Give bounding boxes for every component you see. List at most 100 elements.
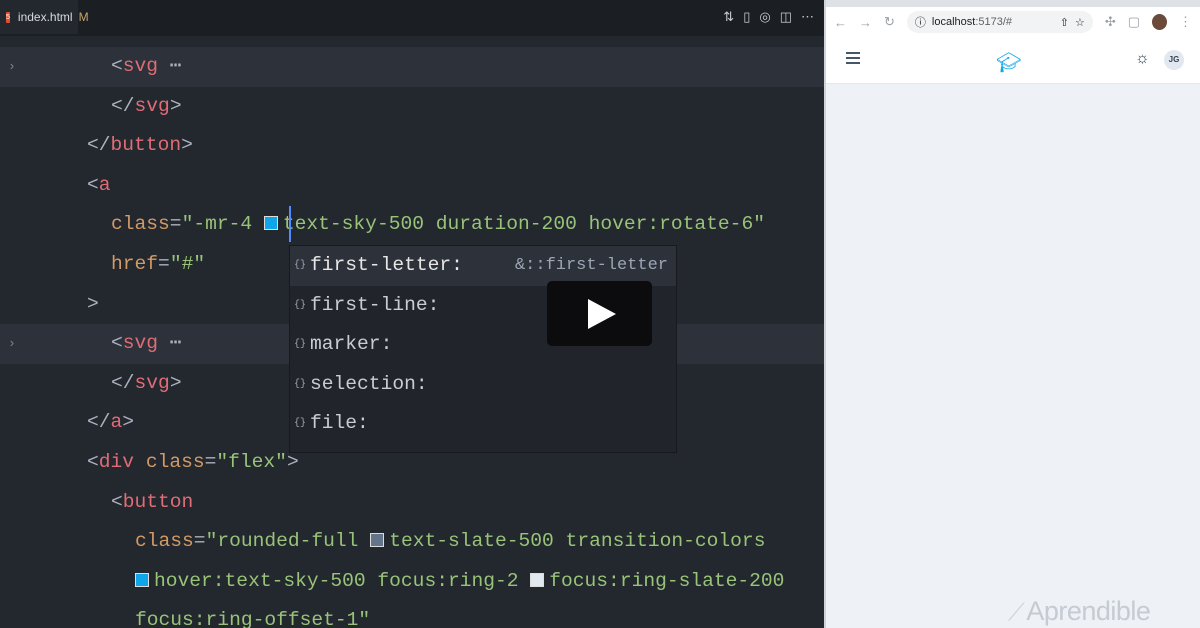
- token-punc: >: [122, 411, 135, 434]
- suggestion-label: first-line:: [310, 293, 440, 316]
- token-str: hover:text-sky-500 focus:ring-2: [154, 569, 531, 592]
- braces-icon: {}: [294, 299, 307, 311]
- token-punc: </: [111, 371, 135, 394]
- graduation-cap-logo-icon[interactable]: 🎓︎: [996, 50, 1021, 75]
- tab-index-html[interactable]: 5 index.html M: [0, 0, 89, 34]
- browser-menu-icon[interactable]: ⋮: [1179, 14, 1192, 30]
- theme-toggle-sun-icon[interactable]: ☼: [1135, 50, 1150, 68]
- url-host: localhost: [931, 16, 976, 28]
- editor-tab-bar: 5 index.html M ⇅ ▯ ◎ ◫ ⋯: [0, 0, 824, 36]
- token-attr: class: [111, 213, 170, 236]
- fold-chevron-icon[interactable]: ›: [8, 324, 16, 364]
- token-punc: >: [169, 94, 182, 117]
- reload-icon[interactable]: ↻: [884, 14, 895, 30]
- token-punc: =: [193, 530, 206, 553]
- code-line[interactable]: </svg>: [0, 87, 824, 127]
- browser-tab-strip: [826, 0, 1200, 7]
- autocomplete-popup: {} first-letter: &::first-letter{} first-li…: [289, 245, 677, 453]
- address-bar[interactable]: ⓘ localhost:5173/# ⇧ ☆: [906, 11, 1093, 33]
- token-punc: ⋯: [158, 55, 182, 77]
- hamburger-menu-icon[interactable]: [846, 52, 860, 67]
- token-attr: class: [135, 530, 194, 553]
- code-line[interactable]: hover:text-sky-500 focus:ring-2 focus:ri…: [0, 562, 824, 602]
- token-attr: class: [145, 450, 205, 473]
- token-punc: <: [87, 450, 99, 473]
- token-punc: =: [204, 450, 217, 473]
- circle-icon[interactable]: ◎: [759, 9, 770, 25]
- aprendible-logo-icon: ⟋: [1008, 599, 1025, 626]
- suggestion-label: first-letter:: [310, 254, 463, 276]
- suggestion-label: file:: [310, 412, 369, 435]
- token-punc: </: [87, 411, 111, 434]
- token-attr: href: [111, 252, 159, 275]
- color-swatch[interactable]: [370, 533, 385, 548]
- browser-toolbar: ← → ↻ ⓘ localhost:5173/# ⇧ ☆ ✣ ▢ ⋮: [826, 7, 1200, 37]
- side-panel-icon[interactable]: ▢: [1128, 14, 1140, 30]
- suggestion-label: marker:: [310, 333, 393, 356]
- split-editor-icon[interactable]: ◫: [780, 9, 792, 25]
- compare-changes-icon[interactable]: ⇅: [723, 9, 734, 25]
- token-str: focus:ring-offset-1": [135, 609, 371, 628]
- text-cursor: [289, 206, 291, 242]
- app-header: 🎓︎ ☼ JG: [826, 37, 1200, 84]
- code-line[interactable]: <button: [0, 483, 824, 523]
- open-preview-icon[interactable]: ▯: [743, 9, 750, 25]
- suggestion-label: selection:: [310, 372, 428, 395]
- token-str: text-slate-500 transition-colors: [389, 530, 766, 553]
- profile-avatar[interactable]: [1152, 14, 1167, 30]
- more-icon[interactable]: ⋯: [801, 9, 814, 25]
- token-tag: svg: [122, 332, 159, 355]
- code-line[interactable]: › <svg ⋯: [0, 47, 824, 87]
- forward-icon[interactable]: →: [859, 15, 872, 30]
- token-punc: >: [181, 134, 193, 157]
- back-icon[interactable]: ←: [834, 15, 847, 30]
- suggestion-item[interactable]: {} file:: [290, 404, 676, 444]
- code-line[interactable]: class="rounded-full text-slate-500 trans…: [0, 522, 824, 562]
- fold-chevron-icon[interactable]: ›: [8, 47, 16, 87]
- tab-filename: index.html: [17, 10, 73, 24]
- token-punc: [134, 451, 146, 473]
- braces-icon: {}: [294, 339, 307, 351]
- code-line[interactable]: focus:ring-offset-1": [0, 601, 824, 628]
- token-str: text-sky-500 duration-200 hover:rotate-6…: [282, 213, 765, 236]
- suggestion-item[interactable]: {} selection:: [290, 365, 676, 405]
- color-swatch[interactable]: [135, 572, 149, 587]
- token-punc: <: [111, 55, 123, 77]
- color-swatch[interactable]: [530, 572, 545, 587]
- token-tag: svg: [134, 371, 170, 394]
- token-punc: </: [111, 94, 135, 117]
- code-line[interactable]: <a: [0, 166, 824, 206]
- bookmark-star-icon[interactable]: ☆: [1075, 16, 1085, 29]
- color-swatch[interactable]: [263, 216, 278, 231]
- code-line[interactable]: class="-mr-4 text-sky-500 duration-200 h…: [0, 205, 824, 245]
- token-punc: </: [87, 134, 111, 157]
- token-punc: =: [169, 213, 182, 236]
- play-video-button[interactable]: [547, 281, 652, 346]
- token-tag: button: [110, 134, 182, 157]
- token-tag: a: [110, 411, 123, 434]
- braces-icon: {}: [294, 378, 307, 390]
- token-tag: button: [122, 490, 194, 513]
- token-tag: a: [98, 173, 111, 196]
- extensions-icon[interactable]: ✣: [1105, 14, 1116, 30]
- braces-icon: {}: [294, 260, 307, 271]
- token-tag: svg: [122, 55, 159, 77]
- watermark-text: Aprendible: [1026, 596, 1151, 626]
- token-tag: div: [98, 450, 135, 473]
- info-icon[interactable]: ⓘ: [915, 14, 926, 30]
- user-avatar[interactable]: JG: [1164, 50, 1184, 70]
- token-punc: =: [158, 252, 170, 275]
- aprendible-watermark: ⟋Aprendible: [1008, 596, 1151, 627]
- editor-actions: ⇅ ▯ ◎ ◫ ⋯: [723, 9, 814, 25]
- code-editor: 5 index.html M ⇅ ▯ ◎ ◫ ⋯ › <svg ⋯ </svg> </…: [0, 0, 824, 628]
- token-punc: <: [87, 173, 99, 196]
- suggestion-item[interactable]: {} first-letter: &::first-letter: [290, 246, 676, 286]
- suggestion-detail: &::first-letter: [514, 256, 668, 275]
- token-punc: ⋯: [158, 332, 182, 355]
- code-line[interactable]: </button>: [0, 126, 824, 166]
- share-icon[interactable]: ⇧: [1060, 16, 1069, 29]
- token-str: "flex": [216, 450, 287, 473]
- token-str: focus:ring-slate-200: [549, 569, 785, 592]
- url-path: :5173/#: [975, 16, 1013, 28]
- token-tag: svg: [134, 94, 170, 117]
